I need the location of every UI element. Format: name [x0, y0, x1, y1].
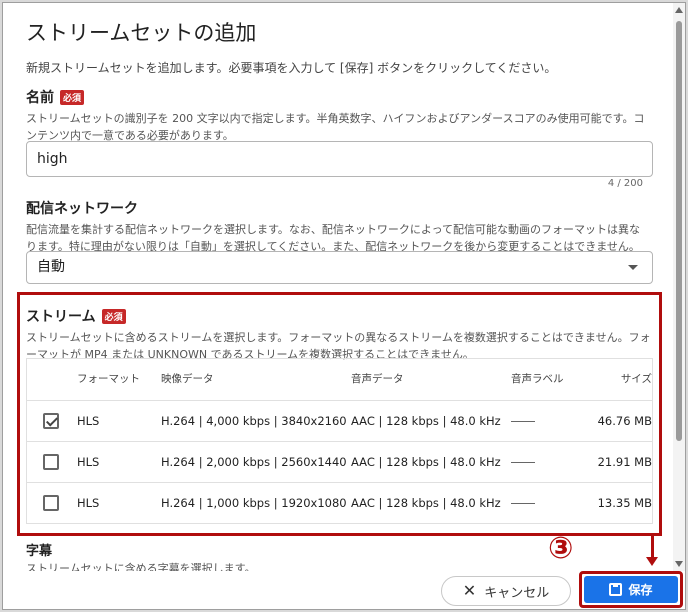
row-size: 21.91 MB	[597, 454, 652, 469]
table-row[interactable]: HLS H.264 | 4,000 kbps | 3840x2160 AAC |…	[27, 401, 652, 442]
dialog-content: ストリームセットの追加 新規ストリームセットを追加します。必要事項を入力して […	[3, 3, 673, 571]
table-row[interactable]: HLS H.264 | 2,000 kbps | 2560x1440 AAC |…	[27, 442, 652, 483]
stream-label: ストリーム	[26, 309, 96, 325]
required-badge: 必須	[60, 89, 85, 105]
row-video: H.264 | 1,000 kbps | 1920x1080	[161, 495, 347, 510]
char-counter: 4 / 200	[607, 178, 643, 189]
col-audio: 音声データ	[351, 373, 404, 385]
network-help: 配信流量を集計する配信ネットワークを選択します。なお、配信ネットワークによって配…	[26, 223, 641, 253]
network-section: 配信ネットワーク 配信流量を集計する配信ネットワークを選択します。なお、配信ネッ…	[26, 198, 651, 255]
row-size: 46.76 MB	[597, 413, 652, 428]
scrollbar[interactable]	[673, 3, 685, 571]
dialog-intro: 新規ストリームセットを追加します。必要事項を入力して [保存] ボタンをクリック…	[26, 61, 557, 75]
name-label: 名前	[26, 90, 54, 106]
scroll-thumb[interactable]	[676, 21, 682, 441]
network-label-text: 配信ネットワーク	[26, 201, 138, 217]
network-select[interactable]: 自動	[26, 251, 653, 284]
stream-table: フォーマット 映像データ 音声データ 音声ラベル サイズ HLS H.264 |…	[26, 358, 653, 524]
table-row[interactable]: HLS H.264 | 1,000 kbps | 1920x1080 AAC |…	[27, 483, 652, 524]
row-format: HLS	[77, 496, 100, 510]
add-stream-set-dialog: ストリームセットの追加 新規ストリームセットを追加します。必要事項を入力して […	[2, 2, 686, 610]
chevron-down-icon	[628, 265, 638, 270]
dash-placeholder	[511, 461, 535, 463]
scroll-up-icon[interactable]	[675, 7, 683, 13]
row-video: H.264 | 2,000 kbps | 2560x1440	[161, 454, 347, 469]
dash-placeholder	[511, 420, 535, 422]
annotation-arrow-head	[646, 557, 658, 566]
col-size: サイズ	[620, 373, 652, 385]
save-label: 保存	[628, 583, 653, 597]
annotation-arrow-line	[651, 533, 654, 559]
name-section: 名前 必須 ストリームセットの識別子を 200 文字以内で指定します。半角英数字…	[26, 87, 651, 144]
dialog-title: ストリームセットの追加	[26, 21, 257, 45]
table-header: フォーマット 映像データ 音声データ 音声ラベル サイズ	[27, 359, 652, 401]
stream-section: ストリーム 必須 ストリームセットに含めるストリームを選択します。フォーマットの…	[26, 306, 651, 363]
name-help: ストリームセットの識別子を 200 文字以内で指定します。半角英数字、ハイフンお…	[26, 112, 645, 142]
save-icon	[609, 583, 623, 596]
network-label: 配信ネットワーク	[26, 198, 651, 218]
save-button[interactable]: 保存	[584, 576, 678, 603]
row-checkbox[interactable]	[43, 454, 59, 470]
row-video: H.264 | 4,000 kbps | 3840x2160	[161, 413, 347, 428]
network-select-value: 自動	[37, 259, 65, 275]
name-label-row: 名前 必須	[26, 87, 651, 107]
row-audio: AAC | 128 kbps | 48.0 kHz	[351, 413, 501, 428]
scroll-down-icon[interactable]	[675, 561, 683, 567]
cancel-button[interactable]: ✕ キャンセル	[441, 576, 571, 606]
dash-placeholder	[511, 502, 535, 504]
row-audio: AAC | 128 kbps | 48.0 kHz	[351, 454, 501, 469]
row-audio-label	[511, 413, 586, 430]
row-checkbox[interactable]	[43, 495, 59, 511]
step-annotation: ③	[548, 531, 574, 566]
stream-label-row: ストリーム 必須	[26, 306, 651, 326]
col-video: 映像データ	[161, 373, 214, 385]
row-audio-label	[511, 495, 586, 512]
row-format: HLS	[77, 455, 100, 469]
name-input[interactable]: high	[26, 141, 653, 177]
row-format: HLS	[77, 414, 100, 428]
col-audio-label: 音声ラベル	[511, 373, 564, 385]
required-badge: 必須	[101, 308, 126, 324]
col-format: フォーマット	[77, 373, 140, 385]
close-icon: ✕	[462, 581, 477, 600]
row-audio-label	[511, 454, 586, 471]
row-checkbox[interactable]	[43, 413, 59, 429]
dialog-footer: ✕ キャンセル 保存	[3, 571, 685, 609]
row-size: 13.35 MB	[597, 495, 652, 510]
row-audio: AAC | 128 kbps | 48.0 kHz	[351, 495, 501, 510]
cancel-label: キャンセル	[484, 585, 550, 601]
